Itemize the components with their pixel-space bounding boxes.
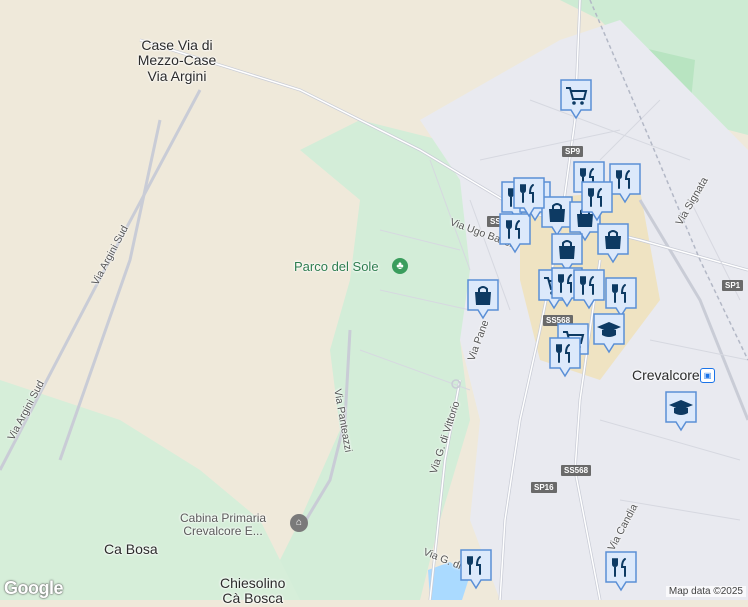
school-icon [665,391,697,432]
route-shield-sp1: SP1 [722,280,744,291]
train-station-icon[interactable]: ▣ [700,368,715,383]
route-shield-ss568-b: SS568 [561,465,592,476]
restaurant-marker-12[interactable] [459,548,493,590]
shop-marker-3[interactable] [596,222,630,264]
cutlery-icon [573,269,605,310]
cutlery-icon [513,177,545,218]
bag-icon [597,223,629,264]
restaurant-marker-9[interactable] [548,336,582,378]
cart-icon [560,79,592,120]
google-logo: Google [4,578,64,598]
restaurant-marker-13[interactable] [604,550,638,592]
cutlery-icon [499,213,531,254]
place-label-chiesolino: Chiesolino Cà Bosca [220,575,286,607]
map-attribution[interactable]: Map data ©2025 [665,586,746,597]
school-marker-1[interactable] [592,312,626,354]
park-icon[interactable]: ♣ [392,258,408,274]
school-icon [593,313,625,354]
poi-label-cabina: Cabina Primaria Crevalcore E... [180,511,267,539]
restaurant-marker-5[interactable] [498,212,532,254]
place-label-case-via: Case Via di Mezzo-Case Via Argini [137,37,217,84]
cutlery-icon [605,551,637,592]
place-label-casa: Ca Bosa [104,541,158,557]
cutlery-icon [460,549,492,590]
place-label-crevalcore: Crevalcore [632,367,700,383]
bag-icon [467,279,499,320]
school-marker-2[interactable] [664,390,698,432]
park-label: Parco del Sole [294,259,379,274]
restaurant-marker-10[interactable] [512,176,546,218]
shop-marker-5[interactable] [466,278,500,320]
cutlery-icon [581,181,613,222]
route-shield-sp16: SP16 [531,482,557,493]
restaurant-marker-6[interactable] [580,180,614,222]
cutlery-icon [549,337,581,378]
power-station-icon[interactable]: ⌂ [290,514,308,532]
restaurant-marker-11[interactable] [572,268,606,310]
route-shield-sp9: SP9 [562,146,584,157]
cart-marker-top[interactable] [559,78,593,120]
